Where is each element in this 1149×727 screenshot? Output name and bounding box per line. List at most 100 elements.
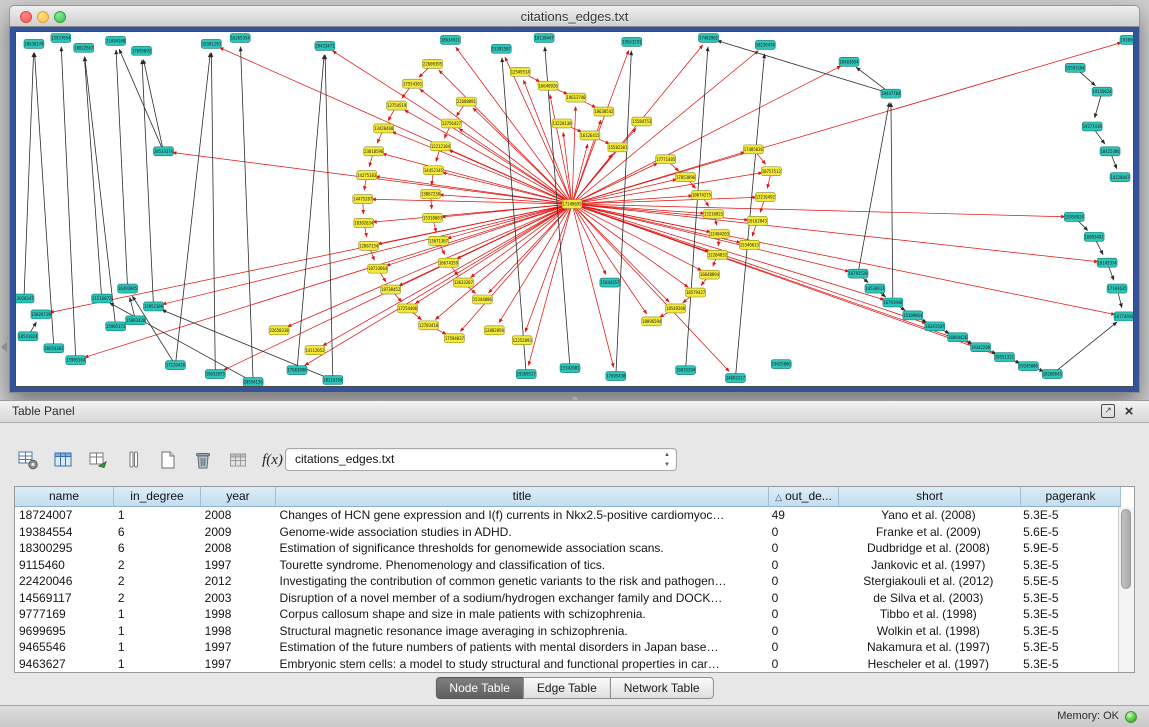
- network-node[interactable]: 15905164: [66, 356, 86, 365]
- network-node[interactable]: 17695430: [606, 372, 626, 381]
- network-node[interactable]: 16774938: [1114, 312, 1133, 321]
- table-vertical-scrollbar[interactable]: [1118, 507, 1134, 672]
- network-node[interactable]: 14692317: [725, 374, 745, 383]
- network-node[interactable]: 18630542: [594, 107, 614, 116]
- network-node[interactable]: 20554136: [243, 378, 263, 386]
- table-row[interactable]: 969969511998Structural magnetic resonanc…: [15, 623, 1119, 640]
- network-node[interactable]: 22650318: [269, 326, 289, 335]
- network-edge[interactable]: [717, 41, 888, 93]
- network-node[interactable]: 19563291: [622, 37, 642, 46]
- network-node[interactable]: 19342209: [971, 343, 991, 352]
- network-node[interactable]: 17683096: [287, 366, 307, 375]
- network-node[interactable]: 19301293: [201, 39, 221, 48]
- network-node[interactable]: 16674359: [438, 258, 458, 267]
- network-node[interactable]: 18733064: [368, 264, 388, 273]
- network-node[interactable]: 16265354: [230, 33, 250, 42]
- network-node[interactable]: 18341507: [925, 322, 945, 331]
- network-node[interactable]: 16393045: [118, 284, 138, 293]
- network-node[interactable]: 21516072: [92, 294, 112, 303]
- network-node[interactable]: 15584753: [632, 117, 652, 126]
- network-edge[interactable]: [736, 54, 765, 375]
- new-column-icon[interactable]: [154, 447, 181, 474]
- network-node[interactable]: 19613740: [566, 93, 586, 102]
- network-edge[interactable]: [859, 102, 890, 270]
- network-node[interactable]: 10674275: [692, 191, 712, 200]
- network-edge[interactable]: [404, 110, 569, 203]
- network-node[interactable]: 15937054: [51, 33, 71, 42]
- table-row[interactable]: 946362711997Embryonic stem cells: a mode…: [15, 656, 1119, 673]
- network-edge[interactable]: [85, 57, 116, 324]
- network-node[interactable]: 19425086: [771, 360, 791, 369]
- network-node[interactable]: 19305628: [1120, 35, 1133, 44]
- network-node[interactable]: 19245086: [1018, 362, 1038, 371]
- network-edge[interactable]: [891, 103, 893, 300]
- network-node[interactable]: 18216354: [323, 376, 343, 385]
- network-node[interactable]: 16126415: [580, 131, 600, 140]
- network-node[interactable]: 16648894: [700, 270, 720, 279]
- network-node[interactable]: 15593184: [1065, 63, 1085, 72]
- network-node[interactable]: 19150624: [1092, 87, 1112, 96]
- network-node[interactable]: 15342081: [560, 364, 580, 373]
- network-node[interactable]: 16791520: [848, 269, 868, 278]
- network-node[interactable]: 14275183: [357, 171, 377, 180]
- network-node[interactable]: 12252093: [512, 336, 532, 345]
- network-node[interactable]: 20551321: [994, 353, 1014, 362]
- network-node[interactable]: 17240695: [562, 200, 582, 209]
- network-node[interactable]: 15093428: [126, 316, 146, 325]
- network-node[interactable]: 14530913: [865, 284, 885, 293]
- network-edge[interactable]: [573, 50, 629, 201]
- function-builder-icon[interactable]: f(x): [259, 447, 286, 474]
- network-node[interactable]: 17554301: [403, 79, 423, 88]
- network-node[interactable]: 17853096: [676, 173, 696, 182]
- network-node[interactable]: 20533174: [154, 147, 174, 156]
- network-edge[interactable]: [505, 57, 571, 201]
- select-columns-icon[interactable]: [49, 447, 76, 474]
- network-node[interactable]: 15540613: [739, 240, 759, 249]
- edit-table-icon[interactable]: [84, 447, 111, 474]
- network-edge[interactable]: [574, 206, 647, 313]
- network-edge[interactable]: [211, 53, 215, 371]
- network-node[interactable]: 19632075: [205, 370, 225, 379]
- network-node[interactable]: 18022567: [74, 43, 94, 52]
- network-node[interactable]: 19738452: [381, 285, 401, 294]
- column-header-short[interactable]: short: [839, 487, 1021, 507]
- network-node[interactable]: 18541024: [18, 332, 38, 341]
- network-edge[interactable]: [1095, 95, 1102, 118]
- network-node[interactable]: 17771405: [656, 155, 676, 164]
- network-node[interactable]: 13420468: [374, 124, 394, 133]
- network-edge[interactable]: [386, 205, 569, 266]
- network-node[interactable]: 17695092: [132, 46, 152, 55]
- network-node[interactable]: 23818596: [364, 147, 384, 156]
- network-node[interactable]: 12204032: [708, 250, 728, 259]
- network-node[interactable]: 18260643: [1042, 370, 1062, 379]
- network-node[interactable]: 15109064: [903, 311, 923, 320]
- network-node[interactable]: 15582381: [608, 143, 628, 152]
- column-header-in_degree[interactable]: in_degree: [114, 487, 201, 507]
- network-node[interactable]: 20630374: [24, 39, 44, 48]
- network-edge[interactable]: [297, 55, 324, 367]
- network-node[interactable]: 12212104: [431, 142, 451, 151]
- table-settings-icon[interactable]: [14, 447, 41, 474]
- network-node[interactable]: 13220138: [552, 119, 572, 128]
- close-panel-icon[interactable]: ×: [1121, 402, 1137, 420]
- table-row[interactable]: 977716911998Corpus callosum shape and si…: [15, 606, 1119, 623]
- network-node[interactable]: 17126428: [165, 361, 185, 370]
- network-edge[interactable]: [35, 53, 54, 345]
- network-edge[interactable]: [116, 50, 127, 286]
- network-node[interactable]: 12404203: [710, 229, 730, 238]
- network-node[interactable]: 13067230: [421, 190, 441, 199]
- table-selector-dropdown[interactable]: citations_edges.txt ▲ ▼: [285, 448, 677, 471]
- network-node[interactable]: 22608091: [456, 97, 476, 106]
- network-node[interactable]: 16162043: [747, 216, 767, 225]
- tab-network-table[interactable]: Network Table: [610, 677, 714, 699]
- network-node[interactable]: 17482902: [699, 33, 719, 42]
- network-canvas[interactable]: 2063037415937054180225672169418817695092…: [15, 31, 1134, 387]
- network-edge[interactable]: [575, 197, 756, 204]
- memory-status-indicator[interactable]: [1125, 711, 1137, 723]
- import-table-icon[interactable]: [224, 447, 251, 474]
- network-edge[interactable]: [119, 49, 162, 148]
- panel-collapse-arrow-icon[interactable]: [1, 342, 7, 352]
- network-edge[interactable]: [1055, 322, 1117, 372]
- window-titlebar[interactable]: citations_edges.txt: [9, 5, 1140, 27]
- network-node[interactable]: 12754519: [387, 101, 407, 110]
